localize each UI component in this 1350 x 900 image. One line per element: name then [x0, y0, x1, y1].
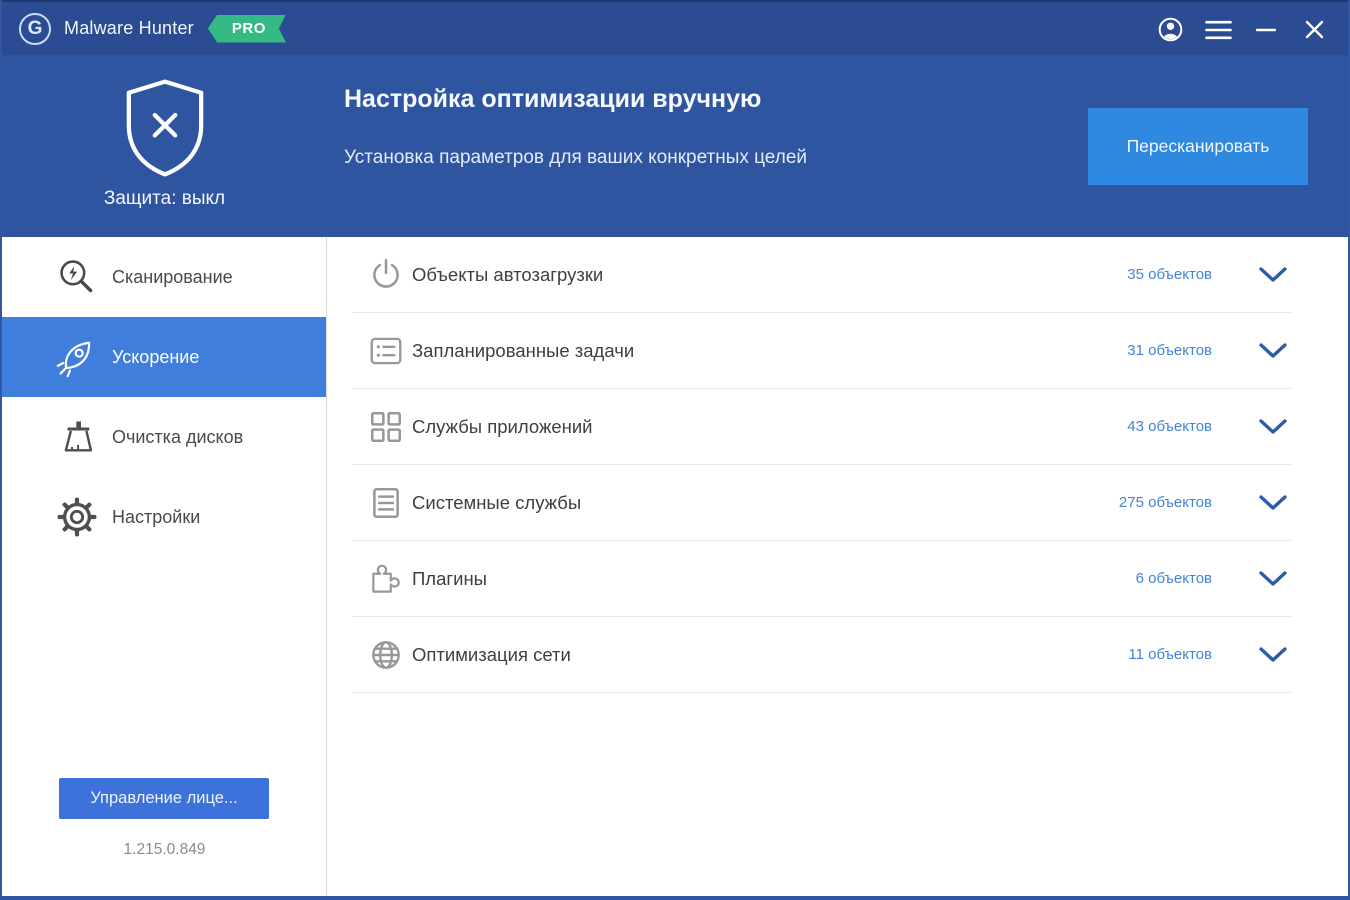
sidebar-item-label: Ускорение [112, 347, 199, 368]
minimize-button[interactable] [1246, 10, 1286, 50]
app-window: G Malware Hunter PRO [0, 0, 1350, 900]
scan-icon [54, 254, 100, 300]
protection-status: Защита: выкл [104, 188, 225, 210]
system-services-doc-icon [366, 483, 406, 523]
list-item-system-services[interactable]: Системные службы 275 объектов [328, 465, 1348, 540]
sidebar-item-scan[interactable]: Сканирование [2, 237, 326, 317]
list-item-network-optimization[interactable]: Оптимизация сети 11 объектов [328, 617, 1348, 692]
header: Защита: выкл Настройка оптимизации вручн… [2, 55, 1348, 237]
menu-icon[interactable] [1198, 10, 1238, 50]
sidebar-item-label: Очистка дисков [112, 427, 243, 448]
list-item-label: Плагины [412, 568, 487, 590]
settings-gear-icon [54, 494, 100, 540]
sidebar-item-label: Сканирование [112, 267, 233, 288]
account-icon[interactable] [1150, 10, 1190, 50]
optimization-list: Объекты автозагрузки 35 объектов За [328, 237, 1348, 896]
page-title: Настройка оптимизации вручную [344, 85, 761, 114]
chevron-down-icon[interactable] [1258, 266, 1288, 283]
list-item-startup-objects[interactable]: Объекты автозагрузки 35 объектов [328, 237, 1348, 312]
chevron-down-icon[interactable] [1258, 494, 1288, 511]
sidebar-item-label: Настройки [112, 507, 200, 528]
objects-count-link[interactable]: 43 объектов [1082, 418, 1212, 435]
chevron-down-icon[interactable] [1258, 418, 1288, 435]
rocket-icon [54, 334, 100, 380]
chevron-down-icon[interactable] [1258, 646, 1288, 663]
startup-power-icon [366, 255, 406, 295]
row-divider [352, 692, 1292, 693]
sidebar: Сканирование Ускорение [2, 237, 327, 896]
list-item-label: Службы приложений [412, 416, 593, 438]
objects-count-link[interactable]: 11 объектов [1082, 646, 1212, 663]
chevron-down-icon[interactable] [1258, 570, 1288, 587]
list-item-scheduled-tasks[interactable]: Запланированные задачи 31 объектов [328, 313, 1348, 388]
app-logo-icon: G [19, 13, 51, 45]
list-item-label: Системные службы [412, 492, 581, 514]
disk-cleanup-icon [54, 414, 100, 460]
app-services-grid-icon [366, 407, 406, 447]
close-button[interactable] [1294, 10, 1334, 50]
title-bar: G Malware Hunter PRO [2, 0, 1348, 55]
objects-count-link[interactable]: 275 объектов [1082, 494, 1212, 511]
pro-badge: PRO [208, 15, 286, 43]
app-version: 1.215.0.849 [2, 841, 327, 859]
list-item-app-services[interactable]: Службы приложений 43 объектов [328, 389, 1348, 464]
list-item-label: Объекты автозагрузки [412, 264, 603, 286]
objects-count-link[interactable]: 6 объектов [1082, 570, 1212, 587]
objects-count-link[interactable]: 35 объектов [1082, 266, 1212, 283]
license-management-button[interactable]: Управление лице... [59, 778, 269, 819]
network-globe-icon [366, 635, 406, 675]
sidebar-item-settings[interactable]: Настройки [2, 477, 326, 557]
app-title: Malware Hunter [64, 18, 194, 39]
rescan-button[interactable]: Пересканировать [1088, 108, 1308, 185]
list-item-label: Запланированные задачи [412, 340, 634, 362]
shield-off-icon [121, 77, 209, 179]
plugins-puzzle-icon [366, 559, 406, 599]
sidebar-item-boost[interactable]: Ускорение [2, 317, 326, 397]
list-item-plugins[interactable]: Плагины 6 объектов [328, 541, 1348, 616]
chevron-down-icon[interactable] [1258, 342, 1288, 359]
sidebar-item-disk-cleanup[interactable]: Очистка дисков [2, 397, 326, 477]
page-subtitle: Установка параметров для ваших конкретны… [344, 147, 807, 169]
list-item-label: Оптимизация сети [412, 644, 571, 666]
scheduled-tasks-icon [366, 331, 406, 371]
objects-count-link[interactable]: 31 объектов [1082, 342, 1212, 359]
protection-block: Защита: выкл [2, 55, 327, 237]
